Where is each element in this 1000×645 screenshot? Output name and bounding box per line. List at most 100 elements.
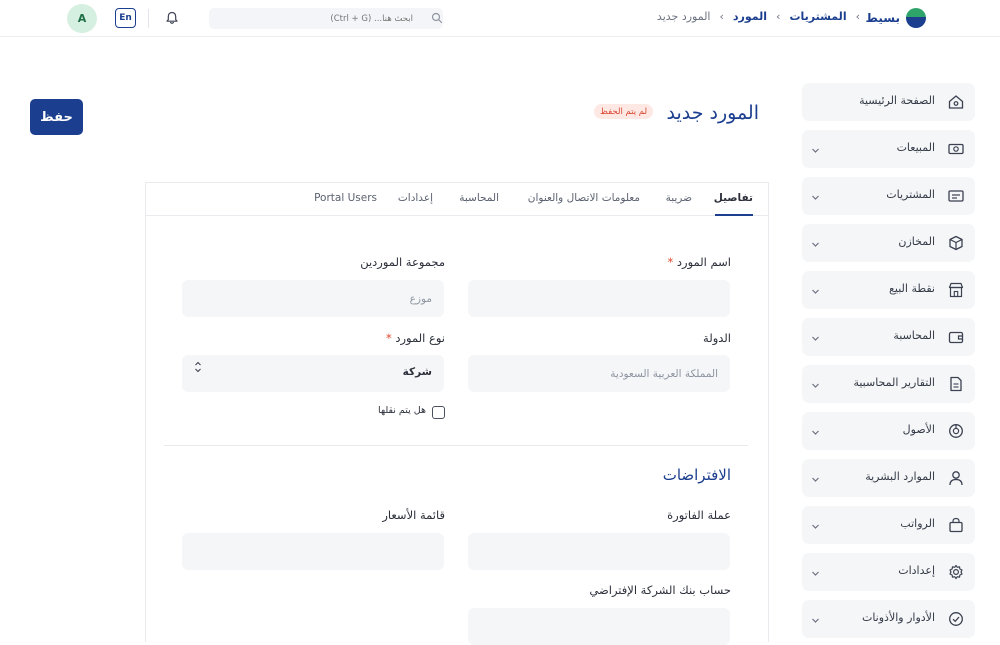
brand[interactable]: بسيط xyxy=(866,8,926,28)
report-icon xyxy=(950,376,962,392)
sidebar-item-sales[interactable]: المبيعات xyxy=(802,130,975,168)
price-list-input[interactable] xyxy=(182,533,444,570)
required-mark: * xyxy=(385,331,392,345)
invoice-currency-label: عملة الفاتورة xyxy=(667,508,731,522)
supplier-group-label: مجموعة الموردين xyxy=(360,255,445,269)
chevron-down-icon xyxy=(812,524,819,529)
sidebar-item-home[interactable]: الصفحة الرئيسية xyxy=(802,83,975,121)
box-icon xyxy=(949,235,963,251)
supplier-name-label: اسم المورد * xyxy=(667,255,731,269)
sidebar-item-settings[interactable]: إعدادات xyxy=(802,553,975,591)
sidebar-item-label: نقطة البيع xyxy=(889,282,935,295)
sidebar-item-assets[interactable]: الأصول xyxy=(802,412,975,450)
gear-icon xyxy=(949,564,963,580)
breadcrumb-separator: ‹ xyxy=(719,10,724,23)
tab-tax[interactable]: ضريبة xyxy=(666,192,692,204)
is-transporter-label: هل يتم نقلها xyxy=(378,405,426,416)
chevron-down-icon xyxy=(812,289,819,294)
home-icon xyxy=(948,95,964,109)
country-input[interactable] xyxy=(468,355,730,392)
brand-logo-icon xyxy=(906,8,926,28)
tab-accounting[interactable]: المحاسبة xyxy=(459,192,499,204)
supplier-group-input[interactable] xyxy=(182,280,444,317)
sidebar-item-purchases[interactable]: المشتريات xyxy=(802,177,975,215)
tab-bar: تفاصيل ضريبة معلومات الاتصال والعنوان ال… xyxy=(146,183,768,216)
top-bar: بسيط ‹ المشتريات ‹ المورد ‹ المورد جديد … xyxy=(0,0,1000,37)
breadcrumb-supplier[interactable]: المورد xyxy=(733,10,767,23)
breadcrumb-current: المورد جديد xyxy=(656,10,711,23)
supplier-type-select[interactable]: شركة xyxy=(182,355,444,392)
sidebar-item-label: الموارد البشرية xyxy=(865,470,935,483)
supplier-type-label: نوع المورد * xyxy=(386,331,445,345)
default-bank-account-label: حساب بنك الشركة الإفتراضي xyxy=(589,583,731,597)
country-label: الدولة xyxy=(703,331,731,345)
search-icon xyxy=(431,12,443,24)
select-arrows-icon xyxy=(195,361,201,373)
breadcrumb-separator: ‹ xyxy=(776,10,781,23)
bag-icon xyxy=(949,517,963,533)
sidebar-item-label: الصفحة الرئيسية xyxy=(859,94,935,107)
chevron-down-icon xyxy=(812,430,819,435)
shield-check-icon xyxy=(949,612,963,626)
sidebar-item-accounting-reports[interactable]: التقارير المحاسبية xyxy=(802,365,975,403)
brand-name: بسيط xyxy=(865,11,900,25)
sidebar-item-label: المخازن xyxy=(898,235,935,248)
active-tab-indicator xyxy=(715,214,753,216)
sidebar-item-hr[interactable]: الموارد البشرية xyxy=(802,459,975,497)
toolbar-divider xyxy=(148,9,149,28)
user-icon xyxy=(949,471,963,486)
supplier-form-card: تفاصيل ضريبة معلومات الاتصال والعنوان ال… xyxy=(145,182,769,645)
tab-contact-address[interactable]: معلومات الاتصال والعنوان xyxy=(528,192,640,204)
bell-icon[interactable] xyxy=(164,10,180,26)
breadcrumb-purchases[interactable]: المشتريات xyxy=(789,10,846,23)
search-box[interactable] xyxy=(209,8,443,29)
sidebar-item-label: إعدادات xyxy=(898,564,935,577)
price-list-label: قائمة الأسعار xyxy=(382,508,445,522)
required-mark: * xyxy=(667,255,674,269)
sidebar-item-accounting[interactable]: المحاسبة xyxy=(802,318,975,356)
sidebar-item-label: المشتريات xyxy=(886,188,935,201)
language-toggle-button[interactable]: En xyxy=(115,8,136,28)
sidebar-item-label: المبيعات xyxy=(896,141,935,154)
chevron-down-icon xyxy=(812,195,819,200)
sidebar-item-payroll[interactable]: الرواتب xyxy=(802,506,975,544)
sidebar-item-label: الأصول xyxy=(902,423,935,436)
breadcrumb: ‹ المشتريات ‹ المورد ‹ المورد جديد xyxy=(657,10,860,23)
invoice-currency-input[interactable] xyxy=(468,533,730,570)
supplier-type-value: شركة xyxy=(402,366,432,378)
save-button[interactable]: حفظ xyxy=(30,99,83,135)
chevron-down-icon xyxy=(812,148,819,153)
wallet-icon xyxy=(948,331,964,344)
tab-portal-users[interactable]: Portal Users xyxy=(314,192,377,204)
section-divider xyxy=(164,445,748,446)
status-badge: لم يتم الحفظ xyxy=(594,104,654,119)
cash-icon xyxy=(948,143,964,155)
is-transporter-checkbox[interactable] xyxy=(432,406,445,419)
sidebar-item-label: المحاسبة xyxy=(893,329,935,342)
chevron-down-icon xyxy=(812,618,819,623)
supplier-type-label-text: نوع المورد xyxy=(395,331,445,345)
defaults-section-title: الافتراضات xyxy=(662,466,731,484)
chevron-down-icon xyxy=(812,336,819,341)
sidebar-item-label: الأدوار والأذونات xyxy=(861,611,935,624)
sidebar-item-roles-permissions[interactable]: الأدوار والأذونات xyxy=(802,600,975,638)
chevron-down-icon xyxy=(812,383,819,388)
chevron-down-icon xyxy=(812,242,819,247)
pie-chart-icon xyxy=(949,424,963,438)
supplier-name-label-text: اسم المورد xyxy=(676,255,731,269)
tab-details[interactable]: تفاصيل xyxy=(714,192,753,204)
sidebar-item-warehouses[interactable]: المخازن xyxy=(802,224,975,262)
breadcrumb-separator: ‹ xyxy=(855,10,860,23)
sidebar-item-pos[interactable]: نقطة البيع xyxy=(802,271,975,309)
receipt-icon xyxy=(948,190,964,202)
sidebar-item-label: التقارير المحاسبية xyxy=(853,376,935,389)
supplier-name-input[interactable] xyxy=(468,280,730,317)
default-bank-account-input[interactable] xyxy=(468,608,730,645)
store-icon xyxy=(948,282,964,298)
chevron-down-icon xyxy=(812,477,819,482)
search-input[interactable] xyxy=(209,13,419,24)
sidebar-item-label: الرواتب xyxy=(900,517,935,530)
page-title: المورد جديد xyxy=(666,102,759,124)
tab-settings[interactable]: إعدادات xyxy=(398,192,433,204)
avatar[interactable]: A xyxy=(67,4,97,33)
